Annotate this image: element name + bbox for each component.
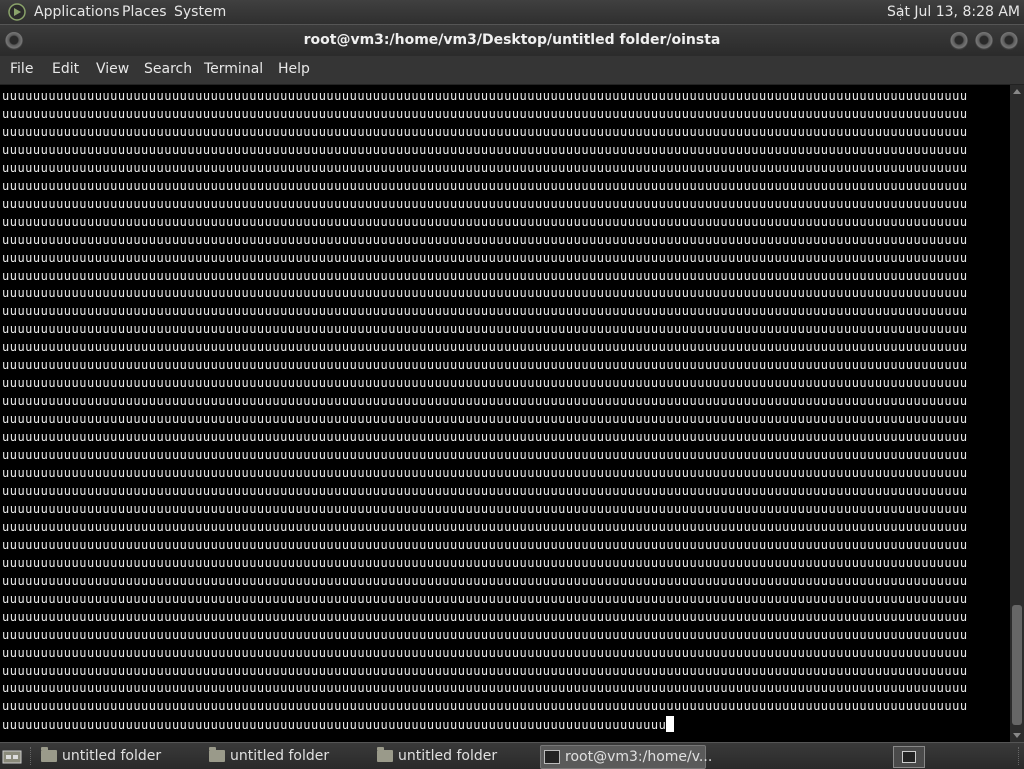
menu-terminal[interactable]: Terminal xyxy=(204,56,263,83)
task-terminal[interactable]: root@vm3:/home/v... xyxy=(540,745,712,769)
scroll-up-icon[interactable] xyxy=(1013,89,1021,94)
gnome-foot-icon[interactable] xyxy=(8,3,26,21)
task-untitled-folder-1[interactable]: untitled folder xyxy=(38,745,198,767)
menu-search[interactable]: Search xyxy=(144,56,192,83)
minimize-icon[interactable] xyxy=(950,32,968,50)
system-menu[interactable]: System xyxy=(174,3,226,21)
task-label: untitled folder xyxy=(398,748,498,764)
terminal-scrollbar[interactable] xyxy=(1010,85,1024,742)
menu-view[interactable]: View xyxy=(96,56,129,83)
taskbar-separator xyxy=(1018,747,1020,765)
task-untitled-folder-2[interactable]: untitled folder xyxy=(206,745,366,767)
scrollbar-thumb[interactable] xyxy=(1012,605,1022,725)
task-label: untitled folder xyxy=(62,748,162,764)
bottom-taskbar: untitled folder untitled folder untitled… xyxy=(0,742,1024,769)
window-title: root@vm3:/home/vm3/Desktop/untitled fold… xyxy=(303,32,721,48)
show-desktop-icon[interactable] xyxy=(2,746,22,766)
menu-help[interactable]: Help xyxy=(278,56,310,83)
menu-file[interactable]: File xyxy=(10,56,33,83)
terminal-text: uuuuuuuuuuuuuuuuuuuuuuuuuuuuuuuuuuuuuuuu… xyxy=(2,88,968,735)
terminal-output[interactable]: uuuuuuuuuuuuuuuuuuuuuuuuuuuuuuuuuuuuuuuu… xyxy=(0,85,1010,742)
task-label: untitled folder xyxy=(230,748,330,764)
terminal-lines: uuuuuuuuuuuuuuuuuuuuuuuuuuuuuuuuuuuuuuuu… xyxy=(2,89,968,733)
terminal-icon xyxy=(544,750,560,764)
folder-icon xyxy=(209,747,225,762)
taskbar-separator xyxy=(30,747,32,765)
terminal-cursor xyxy=(666,716,675,733)
close-icon[interactable] xyxy=(1000,32,1018,50)
top-panel: Applications Places System Sat Jul 13, 8… xyxy=(0,0,1024,24)
folder-icon xyxy=(377,747,393,762)
workspace-switcher[interactable] xyxy=(893,746,925,768)
task-label: root@vm3:/home/v... xyxy=(565,749,713,765)
folder-icon xyxy=(41,747,57,762)
applications-menu[interactable]: Applications xyxy=(34,3,120,21)
window-titlebar[interactable]: root@vm3:/home/vm3/Desktop/untitled fold… xyxy=(0,24,1024,57)
workspace-window-icon xyxy=(902,751,916,763)
scroll-down-icon[interactable] xyxy=(1013,733,1021,738)
menubar: File Edit View Search Terminal Help xyxy=(0,56,1024,85)
maximize-icon[interactable] xyxy=(975,32,993,50)
menu-edit[interactable]: Edit xyxy=(52,56,79,83)
clock[interactable]: Sat Jul 13, 8:28 AM xyxy=(887,3,1020,21)
places-menu[interactable]: Places xyxy=(122,3,167,21)
task-untitled-folder-3[interactable]: untitled folder xyxy=(374,745,534,767)
